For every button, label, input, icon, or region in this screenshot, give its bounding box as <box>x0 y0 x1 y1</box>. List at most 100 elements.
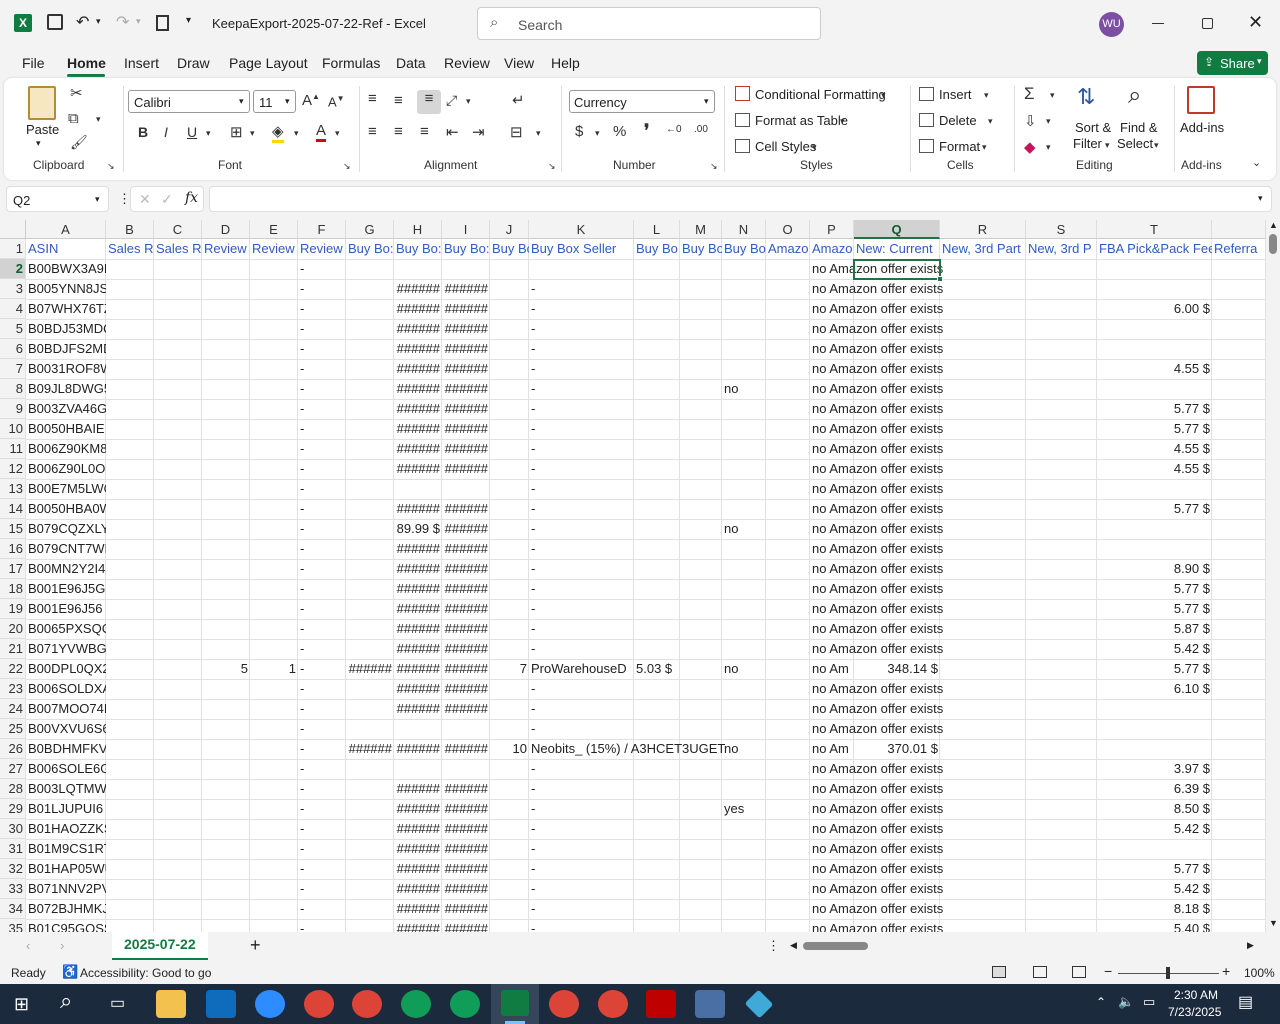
cell-a[interactable]: B00E7M5LWO <box>26 479 106 499</box>
cell-a[interactable]: B0031ROF8W <box>26 359 106 379</box>
vertical-scroll-thumb[interactable] <box>1269 234 1277 254</box>
accounting-dropdown-icon[interactable]: ▾ <box>595 128 600 139</box>
decrease-indent-icon[interactable]: ⇤ <box>446 123 459 141</box>
cell-t[interactable]: 5.42 $ <box>1097 639 1212 659</box>
cell-q[interactable]: 348.14 $ <box>854 659 940 679</box>
row-header[interactable]: 18 <box>0 579 26 599</box>
minimize-button[interactable] <box>1152 23 1164 24</box>
tab-split-icon[interactable]: ⋮ <box>767 938 780 954</box>
cell-t[interactable]: 5.77 $ <box>1097 659 1212 679</box>
cell-a[interactable]: B0050HBAIE <box>26 419 106 439</box>
sort-filter-label-2[interactable]: Filter <box>1073 136 1102 151</box>
cell-i[interactable]: ###### <box>442 659 490 679</box>
calculator-icon[interactable] <box>695 990 725 1018</box>
tab-data[interactable]: Data <box>396 55 426 71</box>
column-header-d[interactable]: D <box>202 220 250 239</box>
cell-p[interactable]: no Amazon offer exists <box>810 519 970 539</box>
cell-i[interactable]: ###### <box>442 419 490 439</box>
column-header-c[interactable]: C <box>154 220 202 239</box>
cell-p[interactable]: no Amazon offer exists <box>810 679 970 699</box>
cell-t[interactable]: 4.55 $ <box>1097 459 1212 479</box>
column-header-f[interactable]: F <box>298 220 346 239</box>
align-left-icon[interactable]: ≡ <box>368 123 377 140</box>
cell-k[interactable]: - <box>529 459 634 479</box>
formula-input[interactable]: ▾ <box>209 186 1272 212</box>
align-top-icon[interactable]: ≡ <box>368 90 377 107</box>
column-header-partial[interactable] <box>1212 220 1266 239</box>
row-header[interactable]: 22 <box>0 659 26 679</box>
tab-review[interactable]: Review <box>444 55 490 71</box>
cell-k[interactable]: - <box>529 799 634 819</box>
add-sheet-icon[interactable]: + <box>250 935 261 956</box>
cell-k[interactable]: - <box>529 619 634 639</box>
cell-f[interactable]: - <box>298 659 346 679</box>
header-cell[interactable]: Referra <box>1212 239 1266 259</box>
font-launcher-icon[interactable]: ↘ <box>343 161 351 172</box>
cell-a[interactable]: B007MOO74M <box>26 699 106 719</box>
cell-t[interactable]: 5.42 $ <box>1097 819 1212 839</box>
row-header[interactable]: 17 <box>0 559 26 579</box>
cell-h[interactable]: ###### <box>394 459 442 479</box>
row-header[interactable]: 14 <box>0 499 26 519</box>
merge-dropdown-icon[interactable]: ▾ <box>536 128 541 139</box>
cell-f[interactable]: - <box>298 359 346 379</box>
cell-t[interactable]: 5.40 $ <box>1097 919 1212 932</box>
cell-p[interactable]: no Amazon offer exists <box>810 599 970 619</box>
cell-a[interactable]: B0BDHMFKVR <box>26 739 106 759</box>
app-icon[interactable] <box>744 989 774 1019</box>
column-header-h[interactable]: H <box>394 220 442 239</box>
header-cell[interactable]: Buy Bo <box>634 239 680 259</box>
align-center-icon[interactable]: ≡ <box>394 123 403 140</box>
cell-a[interactable]: B006Z90L0O <box>26 459 106 479</box>
cell-h[interactable]: 89.99 $ <box>394 519 442 539</box>
accounting-format-icon[interactable]: $ <box>575 123 583 140</box>
header-cell[interactable]: Amazo <box>810 239 854 259</box>
cell-a[interactable]: B0BDJ53MDQ <box>26 319 106 339</box>
tab-help[interactable]: Help <box>551 55 580 71</box>
cell-p[interactable]: no Amazon offer exists <box>810 379 970 399</box>
cell-h[interactable]: ###### <box>394 919 442 932</box>
cell-f[interactable]: - <box>298 699 346 719</box>
search-box[interactable]: ⌕ Search <box>477 7 821 40</box>
cell-a[interactable]: B071YVWBGC <box>26 639 106 659</box>
clear-dropdown-icon[interactable]: ▾ <box>1046 142 1051 153</box>
cell-p[interactable]: no Amazon offer exists <box>810 459 970 479</box>
row-header[interactable]: 10 <box>0 419 26 439</box>
cell-a[interactable]: B09JL8DWG5 <box>26 379 106 399</box>
header-cell[interactable]: Buy Bo: <box>346 239 394 259</box>
tab-view[interactable]: View <box>504 55 534 71</box>
column-header-r[interactable]: R <box>940 220 1026 239</box>
cell-i[interactable]: ###### <box>442 619 490 639</box>
cell-t[interactable]: 5.87 $ <box>1097 619 1212 639</box>
row-header[interactable]: 8 <box>0 379 26 399</box>
sheet-tab-active[interactable]: 2025-07-22 <box>112 932 208 960</box>
percent-style-icon[interactable]: % <box>613 123 626 140</box>
row-header[interactable]: 33 <box>0 879 26 899</box>
header-cell[interactable]: New: Current <box>854 239 940 259</box>
cell-i[interactable]: ###### <box>442 819 490 839</box>
paste-label[interactable]: Paste <box>26 122 59 137</box>
cell-h[interactable]: ###### <box>394 299 442 319</box>
header-cell[interactable]: Review <box>202 239 250 259</box>
zoom-in-icon[interactable]: + <box>1222 963 1230 979</box>
cell-k[interactable]: - <box>529 539 634 559</box>
cell-j[interactable]: 10 <box>490 739 529 759</box>
header-cell[interactable]: Buy Bo: <box>394 239 442 259</box>
row-header[interactable]: 13 <box>0 479 26 499</box>
column-header-e[interactable]: E <box>250 220 298 239</box>
number-format-select[interactable]: Currency ▾ <box>569 90 715 113</box>
cell-i[interactable]: ###### <box>442 879 490 899</box>
font-color-icon[interactable]: A <box>316 122 327 142</box>
cell-i[interactable]: ###### <box>442 559 490 579</box>
column-header-k[interactable]: K <box>529 220 634 239</box>
find-dropdown-icon[interactable]: ▾ <box>1154 140 1159 151</box>
cell-f[interactable]: - <box>298 459 346 479</box>
column-header-l[interactable]: L <box>634 220 680 239</box>
column-header-s[interactable]: S <box>1026 220 1097 239</box>
clear-icon[interactable]: ◆ <box>1024 138 1036 156</box>
cell-f[interactable]: - <box>298 739 346 759</box>
cell-f[interactable]: - <box>298 679 346 699</box>
conditional-formatting-icon[interactable] <box>735 86 750 101</box>
row-header[interactable]: 29 <box>0 799 26 819</box>
row-header[interactable]: 30 <box>0 819 26 839</box>
